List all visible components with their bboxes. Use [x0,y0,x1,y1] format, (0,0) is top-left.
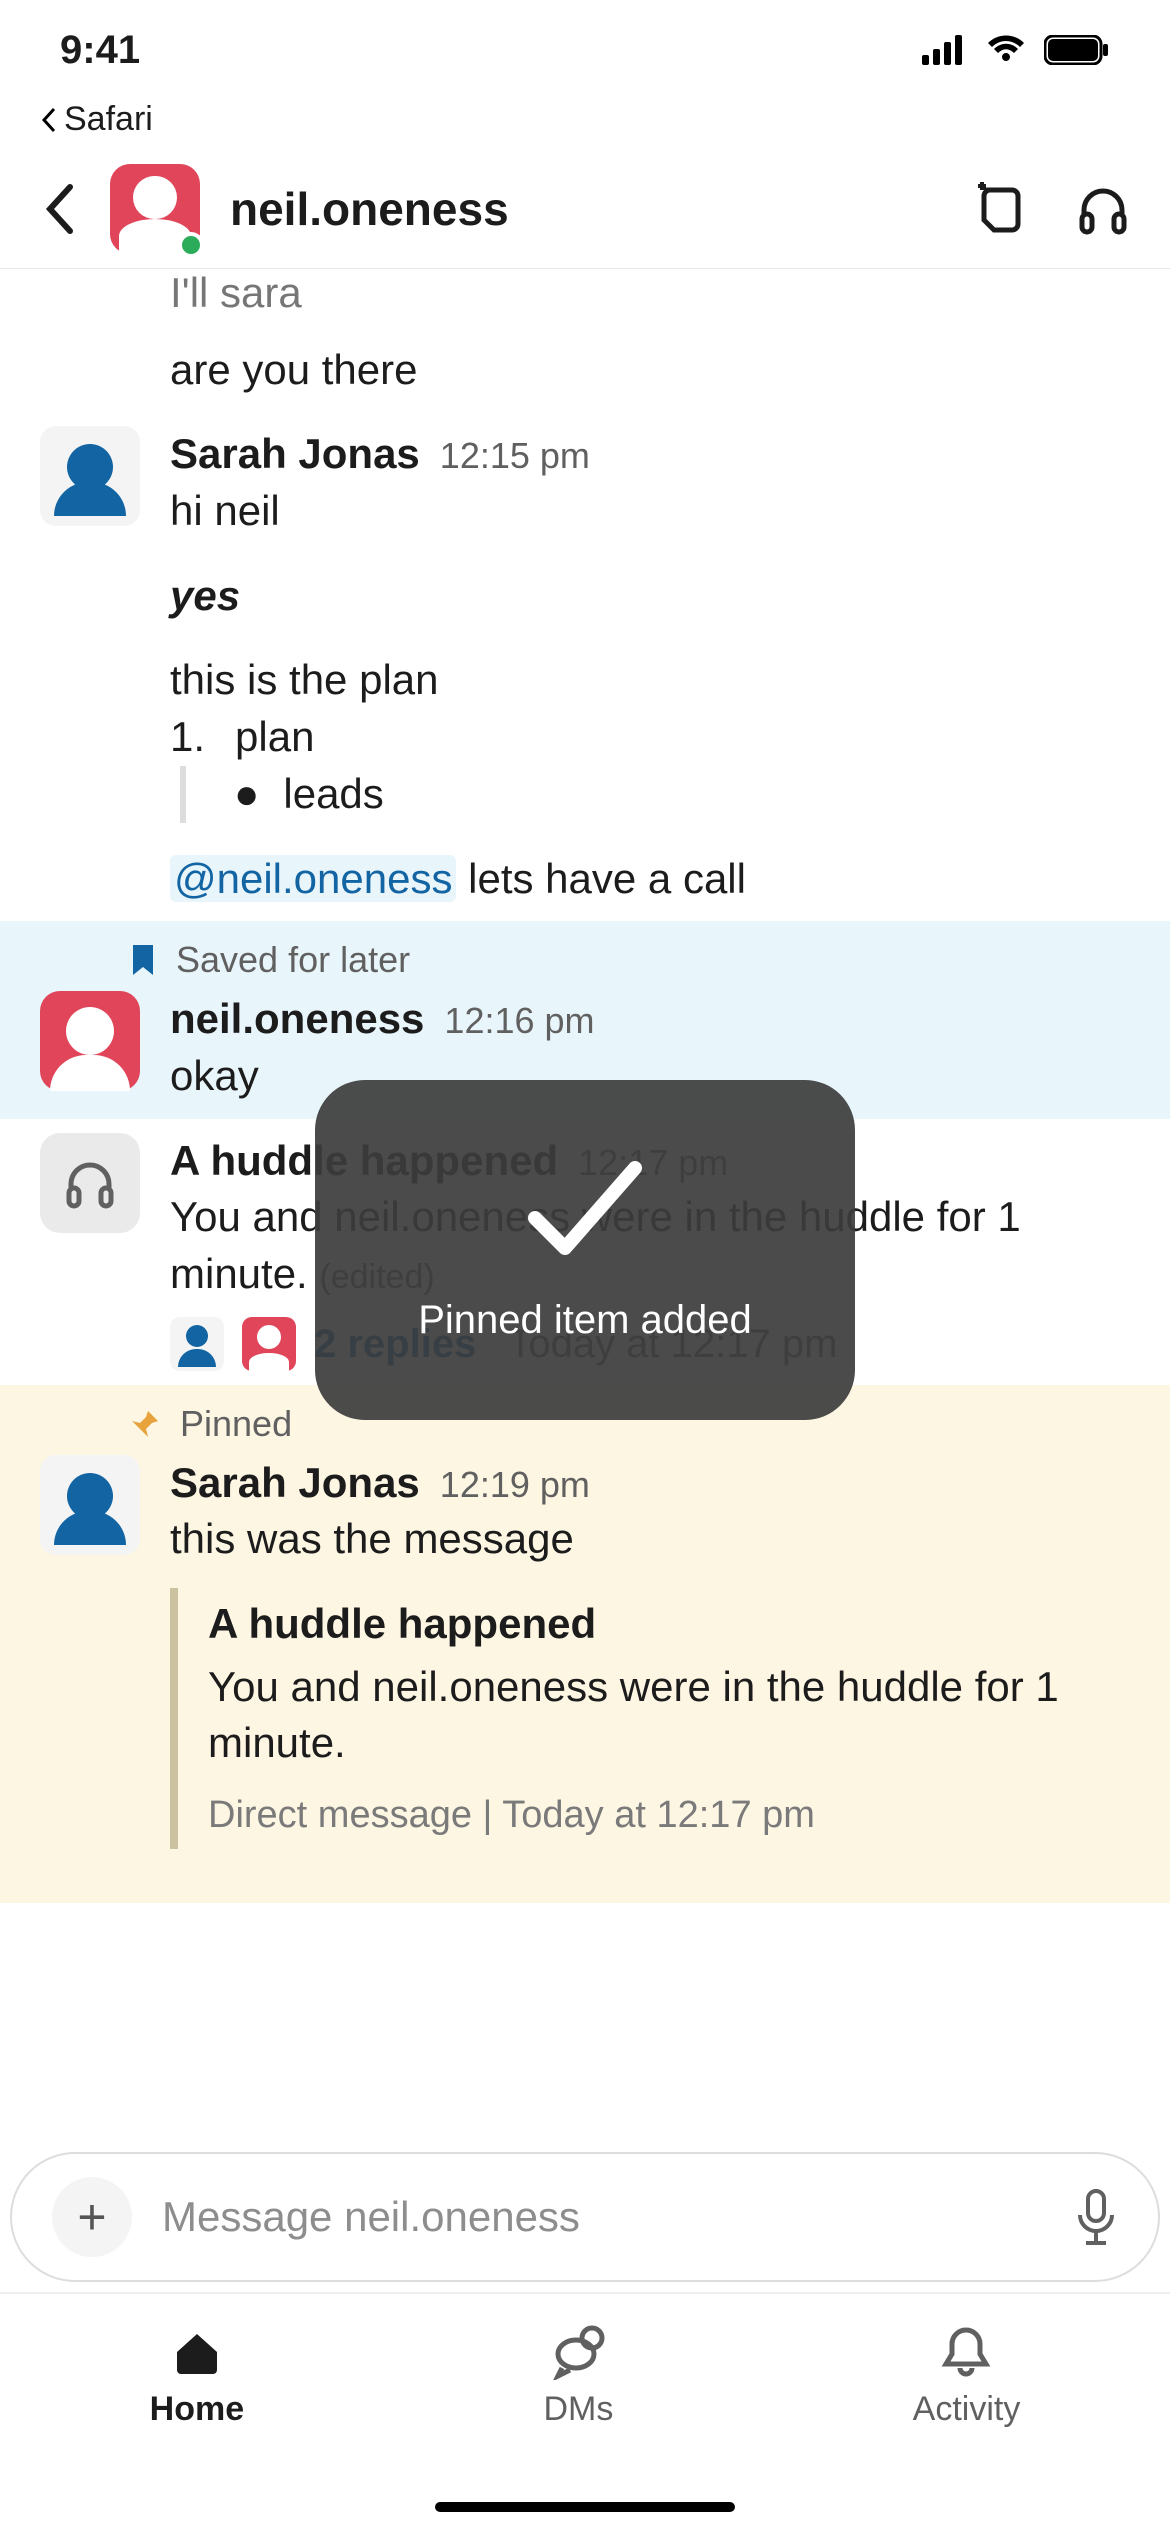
quote-body: You and neil.oneness were in the huddle … [208,1659,1110,1772]
tab-label: DMs [543,2390,613,2429]
bookmark-icon [130,943,156,977]
reply-avatar [242,1317,296,1371]
tab-activity[interactable]: Activity [913,2324,1021,2429]
tab-home[interactable]: Home [150,2324,244,2429]
dms-icon [548,2324,608,2380]
pin-icon [130,1409,160,1439]
list-text: leads [283,766,383,823]
headphones-icon [63,1156,117,1210]
headphones-icon[interactable] [1076,182,1130,236]
message-timestamp: 12:15 pm [440,432,590,481]
tab-label: Activity [913,2390,1021,2429]
back-chevron-icon [40,107,58,133]
cellular-icon [922,35,968,65]
sender-name: neil.oneness [170,991,424,1048]
nav-header: neil.oneness [0,149,1170,269]
message-text: @neil.oneness lets have a call [170,851,1130,908]
message-text: I'll sara [170,265,1130,322]
quoted-message[interactable]: A huddle happened You and neil.oneness w… [170,1588,1130,1849]
message-continuation[interactable]: I'll sara are you there [0,269,1170,412]
back-icon[interactable] [40,179,80,239]
bullet-list-item: ● leads [180,766,1130,823]
saved-indicator: Saved for later [0,921,1170,987]
home-icon [169,2324,225,2380]
channel-avatar[interactable] [110,164,200,254]
wifi-icon [986,35,1026,65]
tab-dms[interactable]: DMs [543,2324,613,2429]
message[interactable]: Sarah Jonas 12:15 pm hi neil yes this is… [0,412,1170,921]
list-marker: 1. [170,709,205,766]
pinned-label: Pinned [180,1403,292,1445]
battery-icon [1044,35,1110,65]
microphone-icon[interactable] [1074,2187,1118,2247]
sender-name: Sarah Jonas [170,426,420,483]
attach-button[interactable]: + [52,2177,132,2257]
message-text: yes [170,568,1130,625]
message-timestamp: 12:19 pm [440,1461,590,1510]
home-indicator[interactable] [435,2502,735,2512]
list-text: plan [235,709,314,766]
sender-name: Sarah Jonas [170,1455,420,1512]
quote-meta: Direct message | Today at 12:17 pm [208,1790,1110,1841]
tab-label: Home [150,2390,244,2429]
canvas-icon[interactable] [972,182,1026,236]
status-time: 9:41 [60,28,140,73]
message-composer[interactable]: + Message neil.oneness [10,2152,1160,2282]
message-text: this was the message [170,1511,1130,1568]
message-timestamp: 12:16 pm [444,997,594,1046]
reply-avatar [170,1317,224,1371]
user-avatar[interactable] [40,426,140,526]
status-indicators [922,35,1110,65]
quote-title: A huddle happened [208,1596,1110,1653]
checkmark-icon [515,1158,655,1268]
ordered-list-item: 1. plan [170,709,1130,766]
toast-text: Pinned item added [418,1298,752,1343]
saved-label: Saved for later [176,939,410,981]
message-text: this is the plan [170,652,1130,709]
huddle-avatar [40,1133,140,1233]
mention[interactable]: @neil.oneness [170,855,456,902]
back-to-app[interactable]: Safari [0,100,1170,149]
bullet-icon: ● [234,766,259,823]
presence-indicator [178,232,204,258]
message-text-part: lets have a call [456,855,746,902]
back-app-label: Safari [64,100,153,139]
status-bar: 9:41 [0,0,1170,100]
bell-icon [938,2324,994,2380]
composer-placeholder[interactable]: Message neil.oneness [162,2193,1044,2241]
user-avatar[interactable] [40,1455,140,1555]
toast: Pinned item added [315,1080,855,1420]
message-text: are you there [170,342,1130,399]
pinned-message-block[interactable]: Pinned Sarah Jonas 12:19 pm this was the… [0,1385,1170,1904]
channel-title[interactable]: neil.oneness [230,182,942,236]
tab-bar: Home DMs Activity [0,2292,1170,2532]
user-avatar[interactable] [40,991,140,1091]
message-text: hi neil [170,483,1130,540]
